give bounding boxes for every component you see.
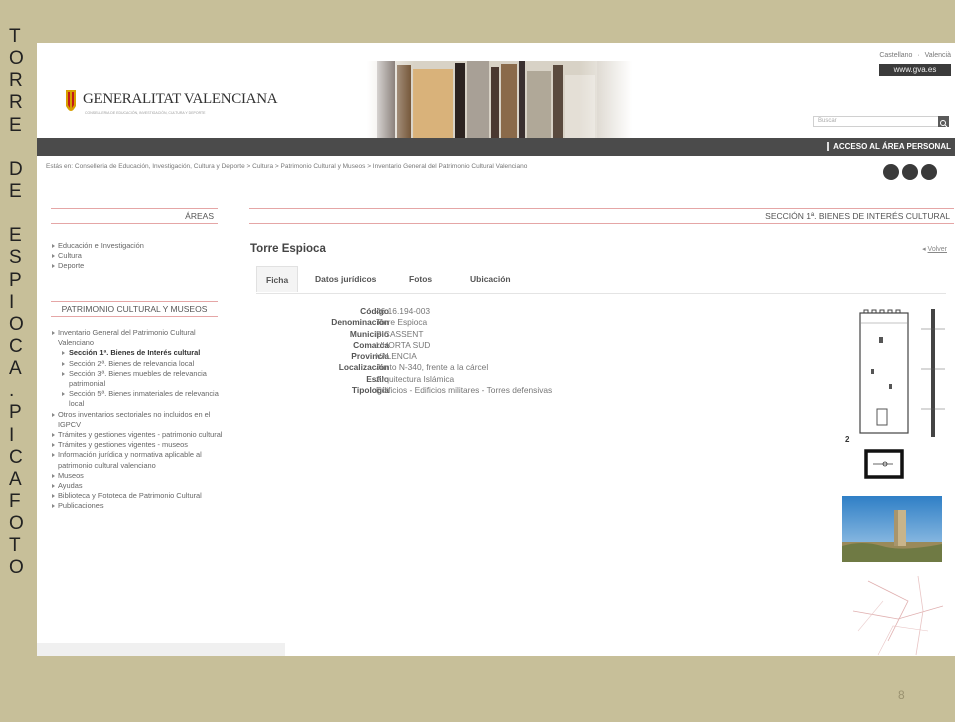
- tower-elevation-drawing: [859, 309, 945, 437]
- gva-link[interactable]: www.gva.es: [879, 64, 951, 76]
- field-label: Código: [360, 306, 389, 316]
- tab-datos-juridicos[interactable]: Datos jurídicos: [315, 266, 376, 292]
- sidebar-area-item[interactable]: Deporte: [51, 261, 231, 271]
- vertical-letter: I: [9, 291, 15, 313]
- social-links: [883, 164, 945, 180]
- sidebar-patrimonio-item[interactable]: Inventario General del Patrimonio Cultur…: [51, 328, 231, 348]
- sidebar-patrimonio-item[interactable]: Trámites y gestiones vigentes - patrimon…: [51, 430, 231, 440]
- personal-area-link[interactable]: ACCESO AL ÁREA PERSONAL: [827, 142, 951, 151]
- sidebar-footer: [37, 643, 285, 656]
- field-value: Junto N-340, frente a la cárcel: [376, 362, 489, 373]
- vertical-letter: [9, 203, 31, 225]
- patrimonio-list: Inventario General del Patrimonio Cultur…: [51, 328, 231, 512]
- sidebar-patrimonio-item[interactable]: Sección 1ª. Bienes de Interés cultural: [51, 348, 231, 358]
- figure-number: 2: [845, 435, 850, 444]
- facebook-icon[interactable]: [902, 164, 918, 180]
- vertical-letter: R: [9, 92, 23, 114]
- vertical-letter: E: [9, 225, 22, 247]
- vertical-letter: E: [9, 114, 22, 136]
- slide-vertical-title: TORREDEESPIOCA.PICAFOTO: [9, 26, 31, 580]
- field-value: 46.16.194-003: [376, 306, 431, 316]
- vertical-letter: C: [9, 446, 23, 468]
- tab-fotos[interactable]: Fotos: [409, 266, 432, 292]
- field-label: Municipio: [349, 328, 389, 339]
- vertical-letter: E: [9, 180, 22, 202]
- tower-photo[interactable]: [842, 496, 942, 562]
- patrimonio-heading: PATRIMONIO CULTURAL Y MUSEOS: [51, 301, 218, 317]
- logo-emblem-icon: [66, 90, 76, 111]
- field-value: L'HORTA SUD: [376, 339, 431, 350]
- sidebar-patrimonio-item[interactable]: Otros inventarios sectoriales no incluid…: [51, 410, 231, 430]
- field-label: Estilo: [366, 373, 389, 384]
- vertical-letter: P: [9, 402, 22, 424]
- vertical-letter: S: [9, 247, 22, 269]
- twitter-icon[interactable]: [883, 164, 899, 180]
- browser-screenshot: Castellano · Valencià www.gva.es GENERAL…: [37, 43, 955, 656]
- vertical-letter: I: [9, 424, 15, 446]
- vertical-letter: A: [9, 468, 22, 490]
- slide-page-number: 8: [898, 688, 905, 702]
- sidebar-area-item[interactable]: Educación e Investigación: [51, 241, 231, 251]
- search-button[interactable]: [938, 116, 949, 128]
- top-nav-bar: ACCESO AL ÁREA PERSONAL: [37, 138, 955, 156]
- page-title: Torre Espioca: [250, 243, 326, 255]
- logo-name: GENERALITAT VALENCIANA: [83, 91, 278, 107]
- sidebar-patrimonio-item[interactable]: Museos: [51, 471, 231, 481]
- sidebar-patrimonio-item[interactable]: Trámites y gestiones vigentes - museos: [51, 440, 231, 450]
- vertical-letter: F: [9, 490, 21, 512]
- field-label: Denominación: [331, 317, 389, 328]
- generalitat-logo[interactable]: GENERALITAT VALENCIANA CONSELLERIA DE ED…: [64, 88, 278, 128]
- field-label: Comarca: [353, 339, 389, 350]
- vertical-letter: T: [9, 535, 21, 557]
- tower-plan-drawing: [864, 449, 904, 479]
- back-label: Volver: [927, 246, 947, 253]
- sidebar-patrimonio-item[interactable]: Ayudas: [51, 481, 231, 491]
- logo-subtitle: CONSELLERIA DE EDUCACIÓN, INVESTIGACIÓN,…: [85, 111, 206, 115]
- vertical-letter: D: [9, 158, 23, 180]
- vertical-letter: C: [9, 335, 23, 357]
- flickr-icon[interactable]: [921, 164, 937, 180]
- location-map[interactable]: [848, 571, 948, 656]
- vertical-letter: P: [9, 269, 22, 291]
- areas-list: Educación e Investigación Cultura Deporte: [51, 241, 231, 272]
- back-link[interactable]: ◂ Volver: [922, 245, 947, 253]
- tab-ubicacion[interactable]: Ubicación: [470, 266, 511, 292]
- sidebar-area-item[interactable]: Cultura: [51, 251, 231, 261]
- header-books-image: [367, 61, 632, 139]
- sidebar-patrimonio-item[interactable]: Biblioteca y Fototeca de Patrimonio Cult…: [51, 491, 231, 501]
- search-input[interactable]: Buscar: [813, 116, 949, 128]
- field-value: Torre Espioca: [376, 317, 428, 328]
- field-value: VALENCIA: [376, 351, 417, 362]
- sidebar-patrimonio-item[interactable]: Sección 5ª. Bienes inmateriales de relev…: [51, 389, 231, 409]
- sidebar-patrimonio-item[interactable]: Sección 3ª. Bienes muebles de relevancia…: [51, 369, 231, 389]
- vertical-letter: O: [9, 557, 24, 579]
- vertical-letter: R: [9, 70, 23, 92]
- sidebar-patrimonio-item[interactable]: Publicaciones: [51, 501, 231, 511]
- tab-ficha[interactable]: Ficha: [256, 266, 299, 292]
- vertical-letter: .: [9, 380, 15, 402]
- section-heading: SECCIÓN 1ª. BIENES DE INTERÉS CULTURAL: [249, 208, 954, 224]
- vertical-letter: O: [9, 513, 24, 535]
- vertical-letter: A: [9, 358, 22, 380]
- breadcrumb: Estás en: Conselleria de Educación, Inve…: [46, 163, 528, 170]
- search-placeholder: Buscar: [818, 118, 837, 124]
- sidebar-patrimonio-item[interactable]: Sección 2ª. Bienes de relevancia local: [51, 359, 231, 369]
- areas-heading: ÁREAS: [51, 208, 218, 224]
- field-value: PICASSENT: [376, 328, 424, 339]
- language-links[interactable]: Castellano · Valencià: [879, 52, 951, 59]
- field-value: Edificios - Edificios militares - Torres…: [376, 385, 553, 396]
- vertical-letter: T: [9, 26, 21, 47]
- vertical-letter: O: [9, 48, 24, 70]
- search-icon: [940, 120, 948, 128]
- field-label: Localización: [338, 362, 389, 373]
- field-value: Arquitectura Islámica: [376, 373, 455, 384]
- record-tabs: Ficha Datos jurídicos Fotos Ubicación: [256, 266, 946, 294]
- sidebar-patrimonio-item[interactable]: Información jurídica y normativa aplicab…: [51, 450, 231, 470]
- vertical-letter: O: [9, 313, 24, 335]
- vertical-letter: [9, 137, 31, 159]
- field-label: Provincia: [351, 351, 389, 362]
- field-label: Tipología: [351, 385, 389, 396]
